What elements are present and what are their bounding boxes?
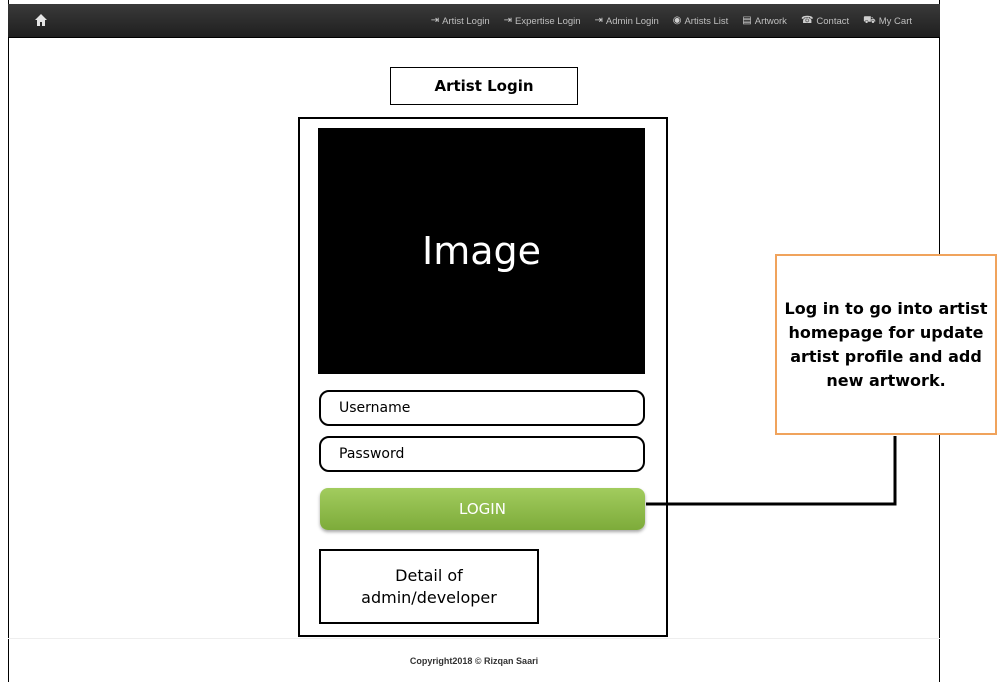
login-icon: ⇥: [594, 15, 603, 26]
password-placeholder: Password: [339, 446, 405, 462]
nav-item-label: Artist Login: [442, 15, 490, 27]
nav-item-label: Artists List: [684, 15, 729, 27]
image-label: Image: [421, 229, 541, 273]
annotation-callout: Log in to go into artist homepage for up…: [775, 254, 997, 435]
nav-item-label: Artwork: [754, 15, 787, 27]
login-icon: ⇥: [503, 15, 513, 26]
globe-icon: ◉: [672, 15, 682, 26]
page-title: Artist Login: [390, 67, 578, 105]
nav-item-artists-list[interactable]: ◉ Artists List: [673, 16, 729, 27]
top-navbar: ⇥ Artist Login ⇥ Expertise Login ⇥ Admin Logi…: [8, 4, 940, 38]
developer-detail-box: Detail of admin/developer: [319, 549, 539, 624]
nav-item-label: My Cart: [878, 15, 912, 27]
phone-icon: ☎: [800, 15, 814, 26]
login-icon: ⇥: [430, 15, 440, 26]
detail-line-2: admin/developer: [361, 587, 497, 607]
nav-item-artist-login[interactable]: ⇥ Artist Login: [431, 16, 490, 27]
cart-icon: ⛟: [863, 15, 876, 26]
nav-item-label: Admin Login: [605, 15, 659, 27]
nav-item-label: Contact: [816, 15, 850, 27]
nav-item-artwork[interactable]: ▤ Artwork: [742, 16, 787, 27]
detail-line-1: Detail of: [395, 565, 463, 585]
image-placeholder: Image: [318, 128, 645, 374]
home-icon[interactable]: [34, 13, 50, 29]
nav-item-expertise-login[interactable]: ⇥ Expertise Login: [504, 16, 581, 27]
nav-item-label: Expertise Login: [515, 15, 581, 27]
nav-item-my-cart[interactable]: ⛟ My Cart: [863, 16, 912, 27]
list-icon: ▤: [742, 15, 752, 26]
login-button[interactable]: LOGIN: [320, 488, 645, 530]
username-placeholder: Username: [339, 400, 411, 416]
nav-item-admin-login[interactable]: ⇥ Admin Login: [595, 16, 659, 27]
callout-text: Log in to go into artist homepage for up…: [784, 298, 988, 390]
footer-divider: [8, 638, 940, 639]
login-button-label: LOGIN: [459, 500, 506, 518]
password-field[interactable]: Password: [319, 436, 645, 472]
footer-copyright: Copyright2018 © Rizqan Saari: [409, 656, 539, 666]
nav-menu: ⇥ Artist Login ⇥ Expertise Login ⇥ Admin Logi…: [431, 4, 912, 38]
username-field[interactable]: Username: [319, 390, 645, 426]
nav-item-contact[interactable]: ☎ Contact: [801, 16, 849, 27]
